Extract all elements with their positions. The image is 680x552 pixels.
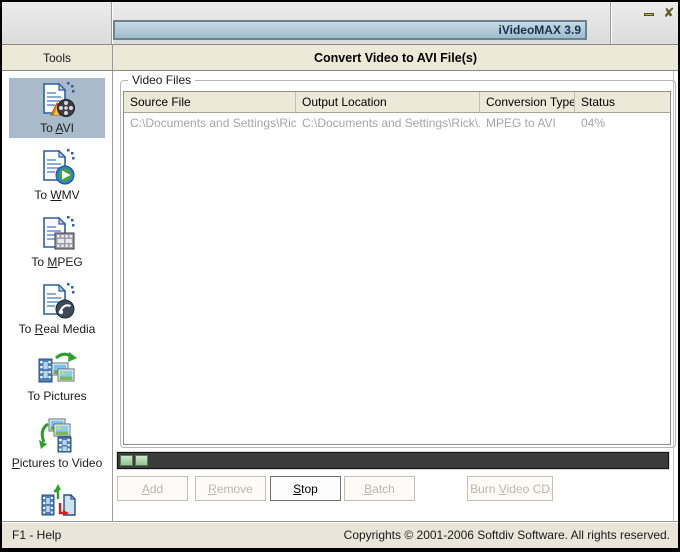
app-title-bar[interactable]: iVideoMAX 3.9 — [113, 20, 587, 40]
remove-button[interactable]: Remove — [195, 476, 266, 501]
tools-header: Tools — [2, 45, 113, 70]
conversion-list: Source File Output Location Conversion T… — [123, 91, 671, 445]
to-real-media-icon — [36, 281, 78, 321]
split-join-video-icon — [36, 482, 78, 522]
progress-bar — [117, 452, 669, 469]
sidebar-item-label: To WMV — [34, 188, 79, 202]
column-header-output-location[interactable]: Output Location — [296, 92, 480, 113]
column-header-conversion-type[interactable]: Conversion Type — [480, 92, 575, 113]
copyright-text: Copyrights © 2001-2006 Softdiv Software.… — [344, 528, 678, 542]
sidebar-item-to-real-media[interactable]: To Real Media — [9, 279, 105, 339]
batch-button[interactable]: Batch — [344, 476, 415, 501]
close-icon: ✘ — [664, 6, 675, 19]
sidebar-item-label: To AVI — [40, 121, 74, 135]
list-header-row: Source File Output Location Conversion T… — [124, 92, 670, 113]
sidebar-item-to-wmv[interactable]: To WMV — [9, 145, 105, 205]
header-row: Tools Convert Video to AVI File(s) — [2, 44, 678, 71]
body: To AVI To WMV — [2, 71, 678, 521]
video-files-label: Video Files — [128, 73, 195, 87]
minimize-icon — [644, 13, 654, 16]
sidebar-item-to-pictures[interactable]: To Pictures — [9, 346, 105, 406]
sidebar-item-to-mpeg[interactable]: To MPEG — [9, 212, 105, 272]
sidebar-item-to-avi[interactable]: To AVI — [9, 78, 105, 138]
table-row[interactable]: C:\Documents and Settings\Rick\... C:\Do… — [124, 113, 670, 131]
application-window: iVideoMAX 3.9 ✘ Tools Convert Video to A… — [0, 0, 680, 552]
titlebar-divider-right — [610, 2, 612, 44]
sidebar-item-label: To Pictures — [27, 389, 86, 403]
to-wmv-icon — [36, 147, 78, 187]
column-header-source-file[interactable]: Source File — [124, 92, 296, 113]
column-header-status[interactable]: Status — [575, 92, 670, 113]
stop-button[interactable]: Stop — [270, 476, 341, 501]
pictures-to-video-icon — [36, 415, 78, 455]
to-avi-icon — [36, 80, 78, 120]
to-pictures-icon — [36, 348, 78, 388]
cell-conversion-type: MPEG to AVI — [480, 113, 575, 131]
app-title: iVideoMAX 3.9 — [499, 23, 581, 37]
cell-status: 04% — [575, 113, 670, 131]
sidebar-item-label: To Real Media — [19, 322, 96, 336]
titlebar[interactable]: iVideoMAX 3.9 ✘ — [2, 2, 678, 44]
status-bar: F1 - Help Copyrights © 2001-2006 Softdiv… — [2, 521, 678, 548]
sidebar-item-label: Pictures to Video — [12, 456, 103, 470]
page-title: Convert Video to AVI File(s) — [113, 45, 678, 70]
burn-video-cd-button[interactable]: Burn Video CD — [467, 476, 553, 501]
add-button[interactable]: Add — [117, 476, 188, 501]
cell-source-file: C:\Documents and Settings\Rick\... — [124, 113, 296, 131]
sidebar: To AVI To WMV — [2, 71, 113, 521]
help-hint: F1 - Help — [2, 528, 61, 542]
cell-output-location: C:\Documents and Settings\Rick\... — [296, 113, 480, 131]
minimize-button[interactable] — [641, 7, 657, 21]
to-mpeg-icon — [36, 214, 78, 254]
sidebar-item-label: To MPEG — [31, 255, 82, 269]
close-button[interactable]: ✘ — [661, 5, 677, 19]
sidebar-item-pictures-to-video[interactable]: Pictures to Video — [9, 413, 105, 473]
